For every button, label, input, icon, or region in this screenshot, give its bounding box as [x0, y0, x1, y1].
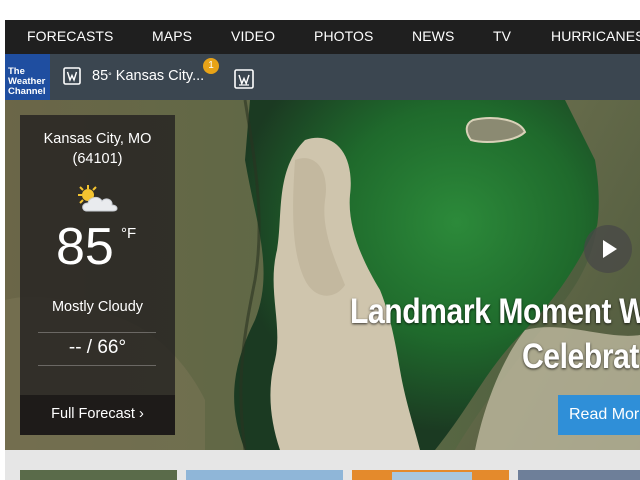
thumbnail-graphic	[392, 472, 472, 480]
hero-headline-line1[interactable]: Landmark Moment W	[350, 292, 640, 332]
partly-cloudy-icon	[75, 183, 123, 217]
saved-location-temp: 85	[92, 68, 109, 84]
thumbnail-card[interactable]	[186, 470, 343, 480]
thumbnail-card[interactable]	[518, 470, 640, 480]
top-whitespace	[0, 0, 640, 20]
full-forecast-label: Full Forecast ›	[51, 406, 144, 422]
nav-video[interactable]: VIDEO	[231, 20, 275, 54]
full-forecast-link[interactable]: Full Forecast ›	[20, 395, 175, 435]
logo-text-line3: Channel	[8, 86, 46, 97]
location-zip: (64101)	[72, 151, 123, 167]
location-city: Kansas City, MO	[43, 131, 152, 147]
temperature-unit: °F	[121, 225, 137, 242]
play-video-button[interactable]	[584, 225, 632, 273]
location-bar: The Weather Channel 85° Kansas City... 1	[5, 54, 640, 100]
nav-forecasts[interactable]: FORECASTS	[27, 20, 113, 54]
thumbnail-card[interactable]	[352, 470, 509, 480]
add-location-icon[interactable]	[233, 68, 255, 90]
notification-badge[interactable]: 1	[203, 58, 219, 74]
nav-photos[interactable]: PHOTOS	[314, 20, 373, 54]
current-temperature: 85	[56, 218, 114, 276]
current-conditions-panel: Kansas City, MO (64101) 85 °F Mostly Clo…	[20, 115, 175, 435]
nav-hurricanes[interactable]: HURRICANES	[551, 20, 640, 54]
condition-text: Mostly Cloudy	[51, 299, 144, 315]
thumbnail-card[interactable]	[20, 470, 177, 480]
divider	[38, 332, 156, 333]
main-nav: FORECASTS MAPS VIDEO PHOTOS NEWS TV HURR…	[5, 20, 640, 54]
weather-channel-logo[interactable]: The Weather Channel	[5, 54, 50, 100]
read-more-button[interactable]: Read More	[558, 395, 640, 435]
location-pin-icon[interactable]	[62, 66, 82, 86]
saved-location-degree: °	[108, 71, 112, 81]
nav-tv[interactable]: TV	[493, 20, 511, 54]
saved-location-link[interactable]: 85° Kansas City...	[92, 66, 204, 86]
saved-location-city: Kansas City...	[115, 68, 205, 84]
hi-lo-temperature: -- / 66°	[68, 337, 127, 358]
divider	[38, 365, 156, 366]
nav-maps[interactable]: MAPS	[152, 20, 192, 54]
play-icon	[603, 240, 617, 258]
hero-headline-line2[interactable]: Celebrat	[522, 337, 639, 377]
nav-news[interactable]: NEWS	[412, 20, 454, 54]
